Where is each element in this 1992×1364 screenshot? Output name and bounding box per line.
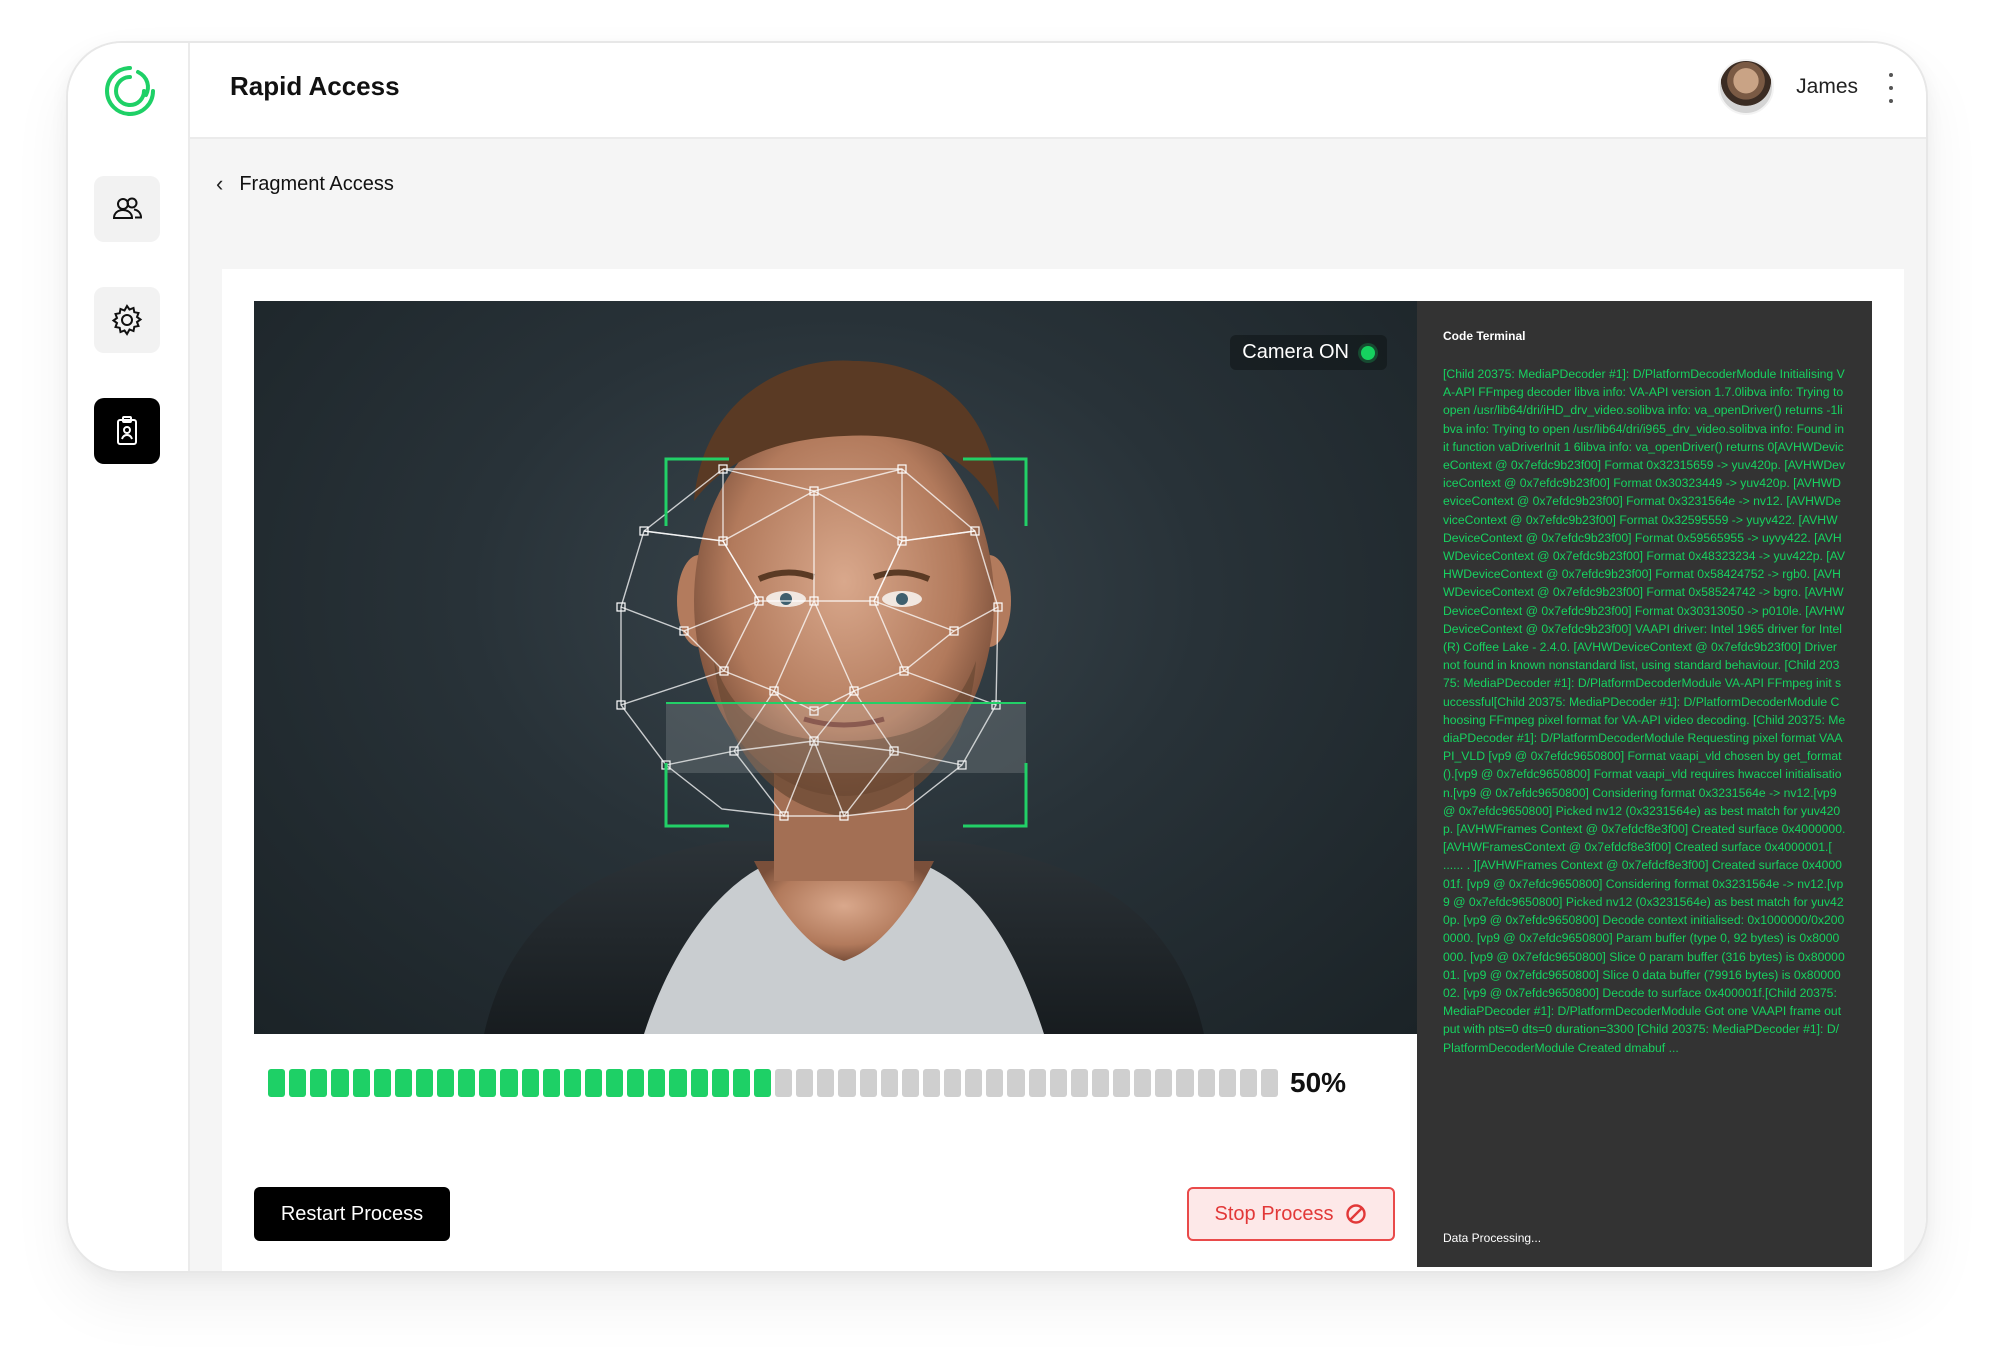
stop-process-label: Stop Process [1214,1202,1334,1225]
progress-segment [352,1069,370,1097]
face-portrait [484,360,1204,1034]
progress-segment [1007,1069,1025,1097]
code-terminal: Code Terminal [Child 20375: MediaPDecode… [1417,301,1872,1267]
progress-segment [732,1069,750,1097]
app-title: Rapid Access [230,71,400,101]
progress-segment [796,1069,814,1097]
progress-segment [1155,1069,1173,1097]
progress-segment [1239,1069,1257,1097]
progress-segment [289,1069,307,1097]
progress-segment [1049,1069,1067,1097]
progress-segment [542,1069,560,1097]
progress-segment [500,1069,518,1097]
users-icon [112,197,143,219]
camera-status-label: Camera ON [1242,341,1349,363]
progress-segment [437,1069,455,1097]
progress-segment [268,1069,286,1097]
breadcrumb[interactable]: ‹ Fragment Access [216,171,394,197]
camera-feed: Camera ON [254,301,1417,1034]
progress-segment [690,1069,708,1097]
sidebar-item-access[interactable] [94,398,160,464]
main-content: ‹ Fragment Access Camera ON 50% Restart … [190,139,1926,1271]
progress-segment [1176,1069,1194,1097]
sidebar-item-settings[interactable] [94,287,160,353]
progress-segment [606,1069,624,1097]
gear-icon [111,304,143,336]
sidebar [68,43,190,1271]
progress-segment [880,1069,898,1097]
progress-segment [1134,1069,1152,1097]
progress-segment [627,1069,645,1097]
user-name[interactable]: James [1796,75,1858,99]
progress-segment [922,1069,940,1097]
progress-segment [753,1069,771,1097]
app-window: Rapid Access James ‹ Fragment Access Cam… [66,41,1928,1273]
progress-segment [648,1069,666,1097]
camera-status: Camera ON [1230,335,1387,370]
progress-segment [711,1069,729,1097]
breadcrumb-label: Fragment Access [239,172,394,195]
progress-segment [1218,1069,1236,1097]
progress-segment [584,1069,602,1097]
progress-segment [1113,1069,1131,1097]
terminal-title: Code Terminal [1443,329,1526,343]
progress-segment [859,1069,877,1097]
progress-segment [310,1069,328,1097]
progress-segment [944,1069,962,1097]
sidebar-item-users[interactable] [94,176,160,242]
progress-segment [817,1069,835,1097]
progress-segment [415,1069,433,1097]
progress-segment [521,1069,539,1097]
stop-process-button[interactable]: Stop Process [1187,1187,1395,1241]
access-panel: Camera ON 50% Restart Process Stop Proce… [222,269,1904,1271]
kebab-menu-icon[interactable] [1886,73,1896,103]
terminal-log: [Child 20375: MediaPDecoder #1]: D/Platf… [1443,367,1846,1055]
progress-segment [1260,1069,1278,1097]
progress-bar [268,1069,1278,1097]
prohibit-icon [1346,1204,1367,1224]
progress-segment [1197,1069,1215,1097]
terminal-status: Data Processing... [1443,1231,1542,1245]
progress-segment [965,1069,983,1097]
progress-segment [1028,1069,1046,1097]
progress-segment [373,1069,391,1097]
id-badge-icon [117,416,137,445]
progress-segment [563,1069,581,1097]
progress-segment [669,1069,687,1097]
progress-segment [986,1069,1004,1097]
progress-segment [775,1069,793,1097]
progress-segment [1070,1069,1088,1097]
progress-segment [479,1069,497,1097]
top-header: Rapid Access James [190,43,1926,139]
progress-segment [1091,1069,1109,1097]
brand-logo-icon [105,66,155,116]
avatar[interactable] [1718,59,1774,115]
progress-percent: 50% [1290,1067,1347,1098]
progress-segment [394,1069,412,1097]
progress-segment [458,1069,476,1097]
status-dot-icon [1361,345,1375,360]
restart-process-button[interactable]: Restart Process [254,1187,450,1241]
progress-segment [331,1069,349,1097]
chevron-left-icon[interactable]: ‹ [216,171,223,197]
progress-segment [838,1069,856,1097]
progress-segment [901,1069,919,1097]
